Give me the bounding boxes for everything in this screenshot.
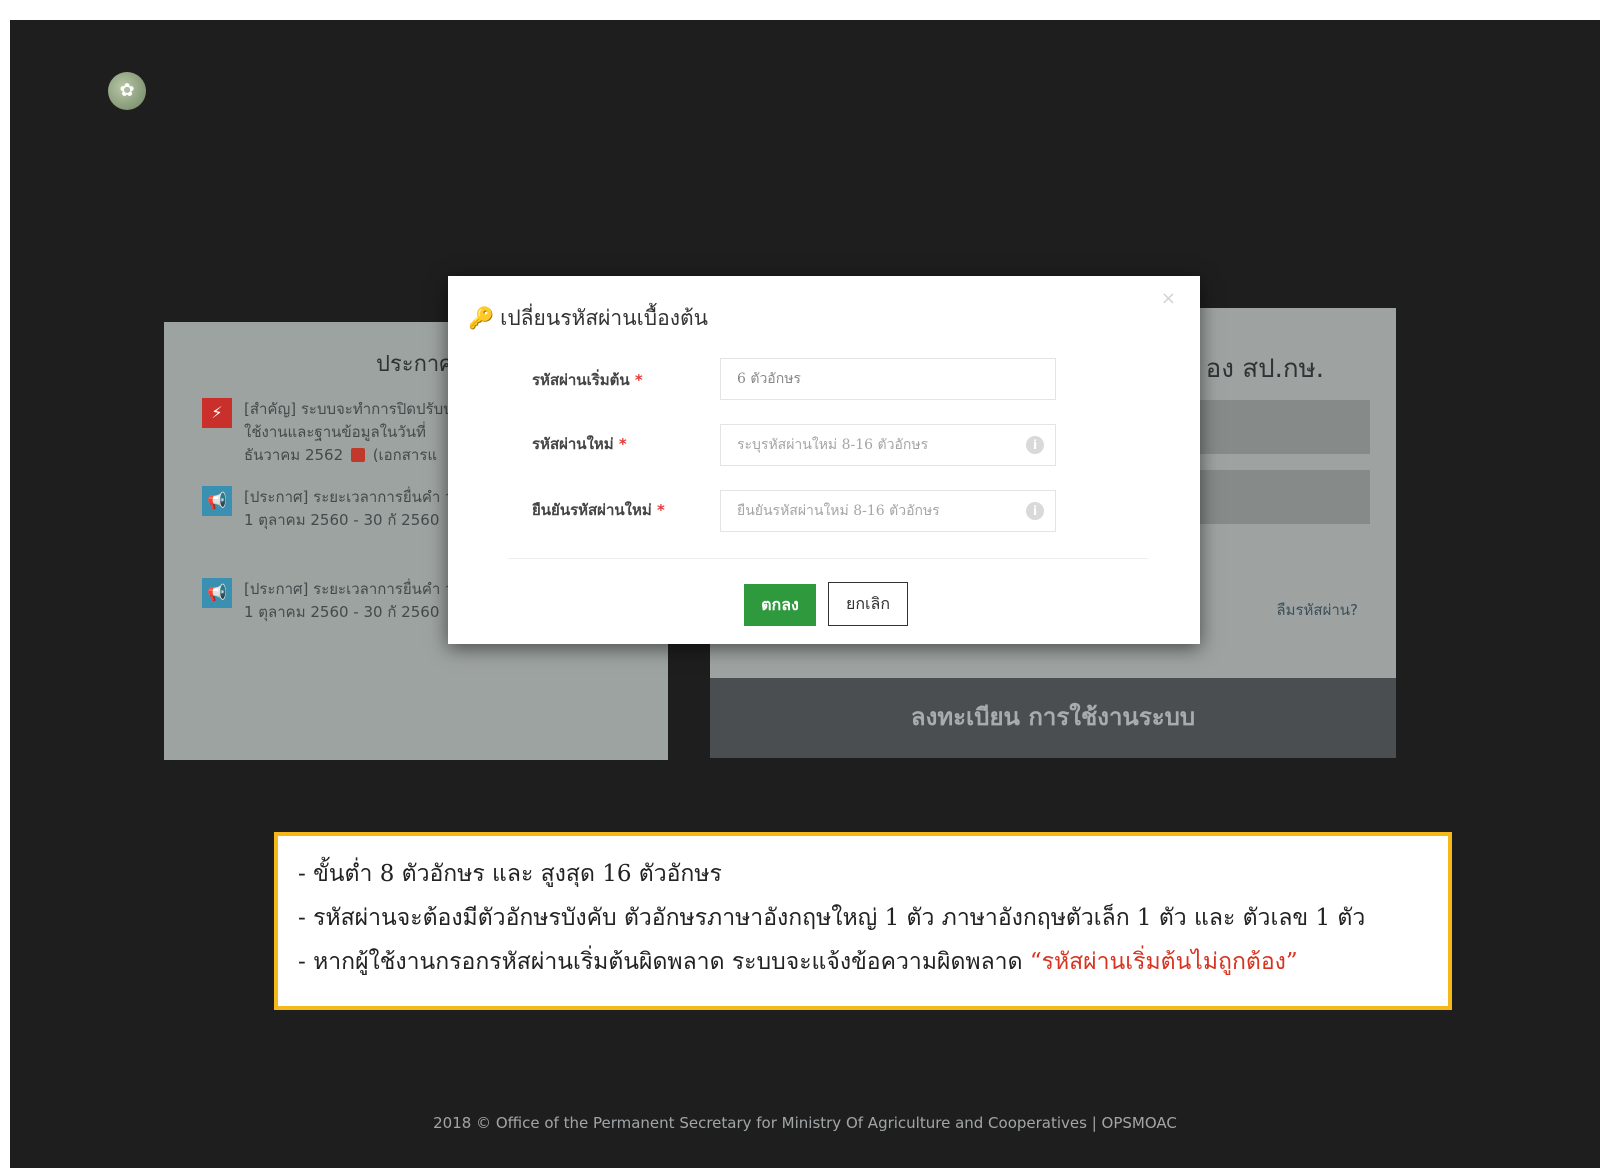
initial-password-label: รหัสผ่านเริ่มต้น * bbox=[532, 371, 643, 389]
footer-copyright: 2018 © Office of the Permanent Secretary… bbox=[433, 1114, 1177, 1132]
note-line: - หากผู้ใช้งานกรอกรหัสผ่านเริ่มต้นผิดพลา… bbox=[298, 949, 1298, 975]
dialog-title: 🔑 เปลี่ยนรหัสผ่านเบื้องต้น bbox=[468, 306, 708, 330]
key-icon: 🔑 bbox=[468, 306, 495, 330]
ok-button[interactable]: ตกลง bbox=[744, 584, 816, 626]
note-line: - ขั้นต่ำ 8 ตัวอักษร และ สูงสุด 16 ตัวอั… bbox=[298, 861, 722, 887]
error-message-example: “รหัสผ่านเริ่มต้นไม่ถูกต้อง” bbox=[1029, 949, 1298, 975]
announcement-text: [ประกาศ] ระยะเวลาการยื่นคำ วันที่ 1 ตุลา… bbox=[244, 580, 474, 621]
pdf-icon[interactable] bbox=[350, 448, 365, 462]
change-password-dialog: × 🔑 เปลี่ยนรหัสผ่านเบื้องต้น รหัสผ่านเริ่… bbox=[448, 276, 1200, 644]
login-title: อง สป.กษ. bbox=[1205, 354, 1324, 384]
initial-password-input[interactable] bbox=[720, 358, 1056, 400]
dialog-divider bbox=[508, 558, 1148, 559]
page-background: ✿ ประกาศ ⚡ [สำคัญ] ระบบจะทำการปิดปรับปรุ… bbox=[10, 20, 1600, 1168]
info-icon: i bbox=[1026, 436, 1044, 454]
password-rules-note: - ขั้นต่ำ 8 ตัวอักษร และ สูงสุด 16 ตัวอั… bbox=[274, 832, 1452, 1010]
confirm-password-label: ยืนยันรหัสผ่านใหม่ * bbox=[532, 501, 665, 519]
megaphone-icon: 📢 bbox=[202, 578, 232, 608]
new-password-label: รหัสผ่านใหม่ * bbox=[532, 435, 627, 453]
new-password-input[interactable] bbox=[720, 424, 1056, 466]
megaphone-icon: 📢 bbox=[202, 486, 232, 516]
register-button[interactable]: ลงทะเบียน การใช้งานระบบ bbox=[710, 678, 1396, 758]
announcement-doc-link[interactable]: (เอกสารแ bbox=[373, 446, 437, 464]
seal-logo-icon: ✿ bbox=[108, 72, 146, 110]
alert-icon: ⚡ bbox=[202, 398, 232, 428]
announcement-title: ประกาศ bbox=[376, 352, 454, 377]
note-line: - รหัสผ่านจะต้องมีตัวอักษรบังคับ ตัวอักษ… bbox=[298, 905, 1366, 931]
forgot-password-link[interactable]: ลืมรหัสผ่าน? bbox=[1276, 598, 1358, 622]
confirm-password-input[interactable] bbox=[720, 490, 1056, 532]
info-icon: i bbox=[1026, 502, 1044, 520]
close-icon[interactable]: × bbox=[1161, 288, 1176, 309]
announcement-text: [ประกาศ] ระยะเวลาการยื่นคำ วันที่ 1 ตุลา… bbox=[244, 488, 474, 529]
cancel-button[interactable]: ยกเลิก bbox=[828, 582, 908, 626]
